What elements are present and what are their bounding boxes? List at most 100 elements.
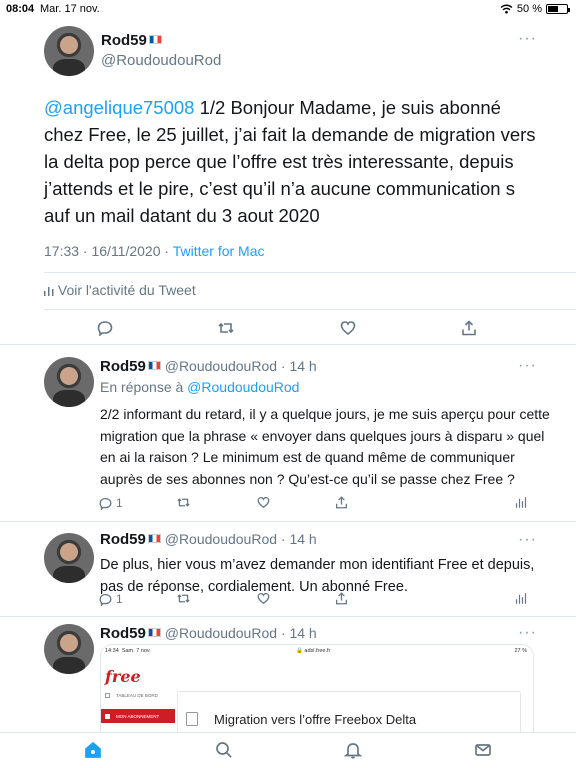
reply-tweet[interactable]: Rod59 @RoudoudouRod · 14 h De plus, hier…	[100, 529, 555, 598]
divider	[0, 344, 576, 345]
battery-percent: 50 %	[516, 3, 542, 15]
tweet-timestamp: 17:33 · 16/11/2020 ·	[44, 243, 173, 259]
embed-menu-subscription: MON ABONNEMENT	[101, 709, 175, 723]
bar-chart-icon	[44, 287, 54, 296]
tweet-activity-button[interactable]	[515, 496, 527, 509]
tab-search[interactable]	[215, 741, 235, 761]
tweet-client[interactable]: Twitter for Mac	[173, 243, 265, 259]
author-handle[interactable]: @RoudoudouRod	[165, 531, 277, 547]
wifi-icon	[500, 4, 513, 14]
share-icon	[462, 320, 476, 336]
tab-notifications[interactable]	[343, 741, 364, 761]
replying-to: En réponse à @RoudoudouRod	[100, 377, 555, 398]
search-icon	[216, 742, 232, 758]
heart-icon	[340, 321, 356, 336]
author-name: Rod59	[101, 32, 147, 49]
france-flag-icon	[147, 628, 161, 637]
tweet-meta: 17:33 · 16/11/2020 · Twitter for Mac	[44, 243, 265, 259]
retweet-icon	[177, 498, 190, 507]
reply-text: De plus, hier vous m’avez demander mon i…	[100, 557, 535, 595]
france-flag-icon	[148, 35, 162, 44]
share-button[interactable]	[335, 496, 348, 509]
avatar[interactable]	[44, 624, 94, 674]
reply-button[interactable]: 1	[99, 496, 123, 510]
reply-icon	[97, 321, 113, 336]
embed-panel-title: Migration vers l’offre Freebox Delta	[214, 712, 417, 727]
avatar[interactable]	[44, 357, 94, 407]
tweet-activity-link[interactable]: Voir l'activité du Tweet	[44, 282, 196, 298]
retweet-button[interactable]	[177, 592, 190, 605]
like-button[interactable]	[257, 592, 270, 605]
battery-icon	[546, 4, 570, 14]
free-logo: free	[105, 667, 141, 686]
home-icon	[85, 741, 101, 758]
share-button[interactable]	[335, 592, 348, 605]
embed-url: 🔒 adsl.free.fr	[296, 648, 331, 654]
author-block[interactable]: Rod59 @RoudoudouRod	[101, 32, 221, 69]
reply-icon	[99, 497, 112, 510]
tweet-time: · 14 h	[280, 358, 317, 374]
divider	[44, 272, 576, 273]
messages-icon	[475, 744, 491, 756]
reply-text: 2/2 informant du retard, il y a quelque …	[100, 406, 550, 487]
replying-to-label: En réponse à	[100, 379, 188, 395]
status-date: Mar. 17 nov.	[40, 3, 100, 15]
status-time: 08:04	[6, 3, 35, 15]
reply-tweet[interactable]: Rod59 @RoudoudouRod · 14 h En réponse à …	[100, 356, 555, 490]
document-icon	[186, 712, 198, 726]
tweet-activity-label: Voir l'activité du Tweet	[57, 282, 196, 298]
divider	[0, 616, 576, 617]
reply-icon	[99, 593, 112, 606]
retweet-icon	[177, 594, 190, 603]
reply-count: 1	[116, 592, 123, 606]
author-handle: @RoudoudouRod	[101, 52, 222, 69]
retweet-button[interactable]	[177, 496, 190, 509]
retweet-icon	[218, 322, 234, 334]
tweet-media-image[interactable]: 14:34 Sam. 7 nov. 🔒 adsl.free.fr 27 % fr…	[100, 644, 534, 734]
like-button[interactable]	[340, 320, 356, 336]
status-right: 50 %	[500, 3, 570, 15]
tweet-time: · 14 h	[280, 531, 317, 547]
avatar[interactable]	[44, 26, 94, 76]
reply-tweet[interactable]: Rod59 @RoudoudouRod · 14 h	[100, 623, 555, 644]
bar-chart-icon	[515, 593, 527, 604]
bar-chart-icon	[515, 497, 527, 508]
tab-messages[interactable]	[474, 741, 494, 761]
heart-icon	[257, 592, 270, 605]
share-button[interactable]	[461, 320, 477, 336]
avatar[interactable]	[44, 533, 94, 583]
more-options-icon[interactable]: ···	[518, 30, 537, 48]
author-handle[interactable]: @RoudoudouRod	[165, 358, 277, 374]
divider	[44, 309, 576, 310]
author-name: Rod59	[100, 531, 146, 548]
notifications-icon	[343, 743, 363, 759]
reply-button[interactable]	[97, 320, 113, 336]
france-flag-icon	[147, 534, 161, 543]
retweet-button[interactable]	[218, 320, 234, 336]
reply-header: Rod59 @RoudoudouRod · 14 h	[100, 623, 555, 644]
tweet-activity-button[interactable]	[515, 592, 527, 605]
author-name: Rod59	[100, 625, 146, 642]
embed-menu-dashboard: TABLEAU DE BORD	[105, 693, 158, 698]
embed-battery: 27 %	[514, 648, 527, 654]
reply-header: Rod59 @RoudoudouRod · 14 h	[100, 529, 555, 550]
france-flag-icon	[147, 361, 161, 370]
reply-header: Rod59 @RoudoudouRod · 14 h	[100, 356, 555, 377]
reply-button[interactable]: 1	[99, 592, 123, 606]
mention-link[interactable]: @angelique75008	[44, 97, 194, 118]
tab-bar	[0, 732, 576, 768]
embed-panel: Migration vers l’offre Freebox Delta	[177, 691, 521, 733]
replying-to-link[interactable]: @RoudoudouRod	[187, 379, 299, 395]
share-icon	[335, 496, 348, 509]
tweet-text: @angelique75008 1/2 Bonjour Madame, je s…	[44, 94, 544, 229]
status-bar: 08:04 Mar. 17 nov. 50 %	[0, 0, 576, 20]
author-name: Rod59	[100, 358, 146, 375]
share-icon	[335, 592, 348, 605]
divider	[0, 521, 576, 522]
like-button[interactable]	[257, 496, 270, 509]
embed-time: 14:34 Sam. 7 nov.	[105, 648, 151, 654]
author-handle[interactable]: @RoudoudouRod	[165, 625, 277, 641]
embed-status-bar: 14:34 Sam. 7 nov. 🔒 adsl.free.fr 27 %	[101, 645, 533, 659]
tab-home[interactable]	[84, 741, 104, 761]
tweet-time: · 14 h	[280, 625, 317, 641]
